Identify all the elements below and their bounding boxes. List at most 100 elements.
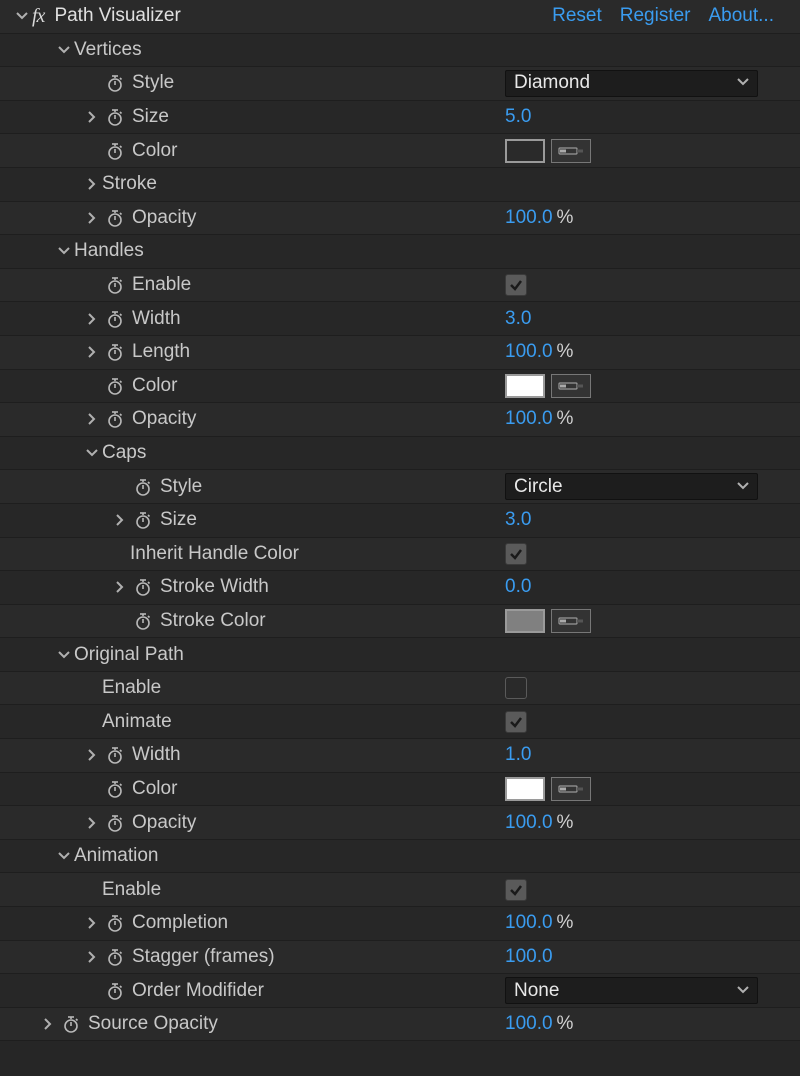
stopwatch-icon[interactable] [130, 612, 156, 630]
stopwatch-icon[interactable] [102, 948, 128, 966]
stopwatch-icon[interactable] [102, 74, 128, 92]
twirl-vertices[interactable] [54, 44, 74, 56]
stopwatch-icon[interactable] [102, 377, 128, 395]
originalpath-opacity-label: Opacity [132, 812, 196, 834]
handles-opacity-value[interactable]: 100.0 [505, 408, 553, 430]
stopwatch-icon[interactable] [102, 780, 128, 798]
originalpath-enable-label: Enable [102, 677, 161, 699]
caps-style-select[interactable]: Circle [505, 473, 758, 500]
twirl-handles[interactable] [54, 245, 74, 257]
percent-unit: % [557, 341, 574, 363]
stopwatch-icon[interactable] [102, 814, 128, 832]
twirl-caps[interactable] [82, 447, 102, 459]
caps-size-value[interactable]: 3.0 [505, 509, 531, 531]
stopwatch-icon[interactable] [102, 276, 128, 294]
handles-opacity-label: Opacity [132, 408, 196, 430]
twirl-handles-length[interactable] [82, 346, 102, 358]
originalpath-enable-checkbox[interactable] [505, 677, 527, 699]
eyedropper-icon[interactable] [551, 777, 591, 801]
vertices-style-label: Style [132, 72, 174, 94]
handles-enable-checkbox[interactable] [505, 274, 527, 296]
twirl-vertices-size[interactable] [82, 111, 102, 123]
eyedropper-icon[interactable] [551, 609, 591, 633]
handles-color-label: Color [132, 375, 177, 397]
stopwatch-icon[interactable] [102, 209, 128, 227]
originalpath-color-swatch[interactable] [505, 777, 545, 801]
animation-order-value: None [514, 980, 559, 1002]
animation-completion-label: Completion [132, 912, 228, 934]
row-caps-inherit: Inherit Handle Color [0, 538, 800, 572]
stopwatch-icon[interactable] [102, 746, 128, 764]
twirl-originalpath[interactable] [54, 649, 74, 661]
originalpath-opacity-value[interactable]: 100.0 [505, 812, 553, 834]
group-caps-header: Caps [0, 437, 800, 471]
caps-style-value: Circle [514, 476, 563, 498]
row-caps-style: Style Circle [0, 470, 800, 504]
stopwatch-icon[interactable] [58, 1015, 84, 1033]
row-vertices-color: Color [0, 134, 800, 168]
twirl-vertices-stroke[interactable] [82, 178, 102, 190]
row-caps-strokewidth: Stroke Width 0.0 [0, 571, 800, 605]
eyedropper-icon[interactable] [551, 139, 591, 163]
stopwatch-icon[interactable] [102, 343, 128, 361]
twirl-caps-size[interactable] [110, 514, 130, 526]
twirl-source-opacity[interactable] [38, 1018, 58, 1030]
row-originalpath-opacity: Opacity 100.0% [0, 806, 800, 840]
stopwatch-icon[interactable] [102, 914, 128, 932]
vertices-color-swatch[interactable] [505, 139, 545, 163]
vertices-style-select[interactable]: Diamond [505, 70, 758, 97]
animation-completion-value[interactable]: 100.0 [505, 912, 553, 934]
stopwatch-icon[interactable] [102, 982, 128, 1000]
percent-unit: % [557, 408, 574, 430]
source-opacity-value[interactable]: 100.0 [505, 1013, 553, 1035]
twirl-animation[interactable] [54, 850, 74, 862]
handles-enable-label: Enable [132, 274, 191, 296]
caps-inherit-checkbox[interactable] [505, 543, 527, 565]
eyedropper-icon[interactable] [551, 374, 591, 398]
twirl-originalpath-width[interactable] [82, 749, 102, 761]
twirl-handles-opacity[interactable] [82, 413, 102, 425]
vertices-opacity-value[interactable]: 100.0 [505, 207, 553, 229]
caps-strokecolor-swatch[interactable] [505, 609, 545, 633]
originalpath-width-label: Width [132, 744, 181, 766]
animation-stagger-value[interactable]: 100.0 [505, 946, 553, 968]
stopwatch-icon[interactable] [130, 478, 156, 496]
row-handles-color: Color [0, 370, 800, 404]
row-vertices-stroke: Stroke [0, 168, 800, 202]
stopwatch-icon[interactable] [130, 511, 156, 529]
stopwatch-icon[interactable] [130, 578, 156, 596]
vertices-size-value[interactable]: 5.0 [505, 106, 531, 128]
twirl-effect[interactable] [12, 10, 32, 22]
twirl-originalpath-opacity[interactable] [82, 817, 102, 829]
twirl-vertices-opacity[interactable] [82, 212, 102, 224]
originalpath-label: Original Path [74, 644, 184, 666]
row-vertices-opacity: Opacity 100.0% [0, 202, 800, 236]
handles-length-label: Length [132, 341, 190, 363]
vertices-stroke-label: Stroke [102, 173, 157, 195]
twirl-animation-completion[interactable] [82, 917, 102, 929]
caps-strokewidth-value[interactable]: 0.0 [505, 576, 531, 598]
register-link[interactable]: Register [620, 5, 691, 27]
about-link[interactable]: About... [709, 5, 775, 27]
caps-strokecolor-label: Stroke Color [160, 610, 266, 632]
stopwatch-icon[interactable] [102, 310, 128, 328]
handles-color-swatch[interactable] [505, 374, 545, 398]
twirl-animation-stagger[interactable] [82, 951, 102, 963]
twirl-caps-strokewidth[interactable] [110, 581, 130, 593]
vertices-style-value: Diamond [514, 72, 590, 94]
animation-order-select[interactable]: None [505, 977, 758, 1004]
stopwatch-icon[interactable] [102, 108, 128, 126]
vertices-opacity-label: Opacity [132, 207, 196, 229]
source-opacity-label: Source Opacity [88, 1013, 218, 1035]
animation-label: Animation [74, 845, 159, 867]
handles-length-value[interactable]: 100.0 [505, 341, 553, 363]
reset-link[interactable]: Reset [552, 5, 602, 27]
stopwatch-icon[interactable] [102, 142, 128, 160]
stopwatch-icon[interactable] [102, 410, 128, 428]
originalpath-animate-checkbox[interactable] [505, 711, 527, 733]
originalpath-width-value[interactable]: 1.0 [505, 744, 531, 766]
row-handles-enable: Enable [0, 269, 800, 303]
twirl-handles-width[interactable] [82, 313, 102, 325]
handles-width-value[interactable]: 3.0 [505, 308, 531, 330]
animation-enable-checkbox[interactable] [505, 879, 527, 901]
